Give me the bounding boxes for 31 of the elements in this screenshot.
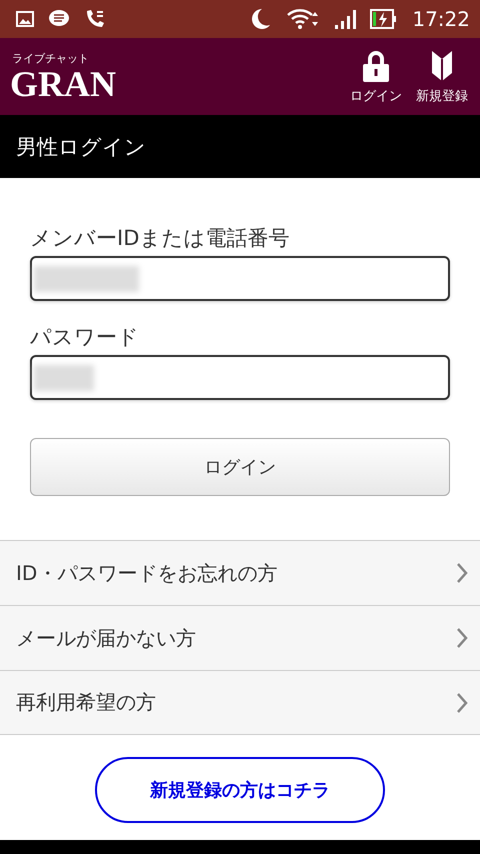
beginner-mark-icon [430, 48, 454, 82]
message-icon [48, 9, 70, 29]
page-title: 男性ログイン [0, 115, 480, 178]
field-label: メンバーIDまたは電話番号 [30, 225, 290, 252]
phone-icon [84, 9, 106, 29]
battery-icon [370, 8, 398, 30]
link-row[interactable]: ID・パスワードをお忘れの方 [0, 540, 480, 605]
header-action-button[interactable]: ログイン [346, 48, 406, 104]
lock-icon [361, 48, 391, 82]
signal-icon [334, 8, 356, 30]
chevron-right-icon [456, 692, 468, 714]
link-label: メールが届かない方 [16, 624, 197, 652]
chevron-right-icon [456, 627, 468, 649]
link-label: ID・パスワードをお忘れの方 [16, 560, 278, 586]
chevron-right-icon [456, 562, 468, 584]
password-field[interactable] [30, 355, 450, 400]
header-action-button[interactable]: 新規登録 [412, 48, 472, 104]
clock-time: 17:22 [412, 7, 470, 31]
logo-subtitle: ライブチャット [12, 51, 90, 66]
register-button[interactable]: 新規登録の方はコチラ [95, 757, 385, 823]
link-label: 再利用希望の方 [16, 689, 157, 716]
input-field[interactable] [30, 256, 450, 301]
wifi-icon [286, 8, 320, 30]
login-button[interactable]: ログイン [30, 438, 450, 496]
field-label: パスワード [30, 324, 140, 351]
link-row[interactable]: メールが届かない方 [0, 605, 480, 670]
logo: GRAN [10, 66, 116, 102]
image-icon [16, 11, 34, 27]
blurred-value [34, 364, 94, 390]
link-row[interactable]: 再利用希望の方 [0, 670, 480, 735]
moon-icon [250, 8, 272, 30]
